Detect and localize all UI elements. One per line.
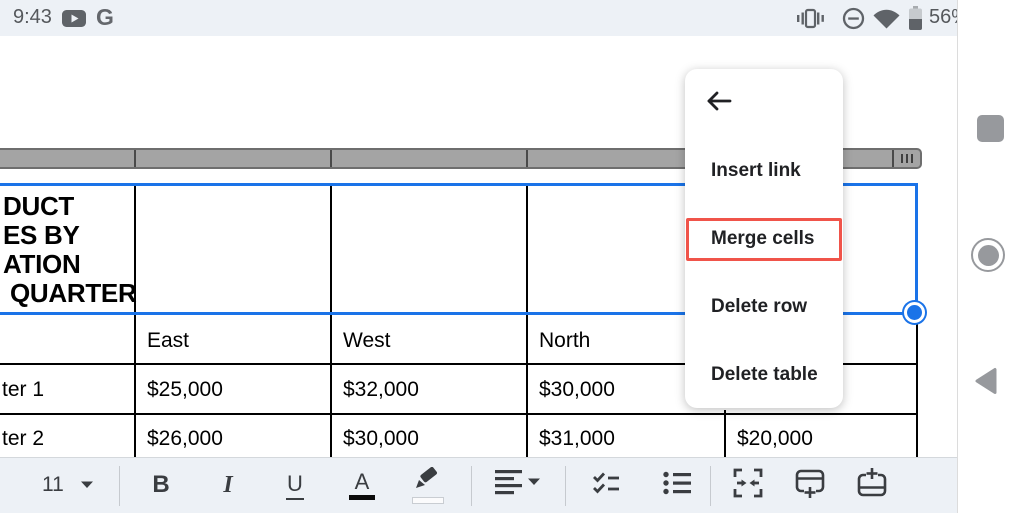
chevron-down-icon	[80, 476, 94, 494]
table-border	[330, 186, 332, 312]
table-border	[526, 186, 528, 312]
battery-icon	[908, 6, 923, 36]
table-cell[interactable]: East	[147, 329, 189, 353]
selection-drag-handle[interactable]	[904, 302, 925, 323]
title-line: QUARTER	[3, 279, 136, 308]
text-color-button[interactable]: A	[342, 463, 382, 507]
overview-button[interactable]	[977, 115, 1004, 142]
title-line: ES BY	[3, 221, 136, 250]
highlight-color-swatch	[412, 497, 444, 504]
status-bar: 9:43 G 56%	[0, 0, 957, 36]
table-border	[526, 315, 528, 457]
underline-icon: U	[286, 471, 304, 500]
bold-icon: B	[152, 471, 169, 499]
google-g-icon: G	[96, 4, 114, 31]
title-line: ATION	[3, 250, 136, 279]
home-button[interactable]	[971, 238, 1005, 272]
column-bar-divider	[892, 150, 894, 167]
table-cell[interactable]: $30,000	[539, 378, 615, 402]
clock: 9:43	[13, 6, 52, 29]
align-left-icon	[495, 470, 541, 500]
formatting-toolbar: 11 B I U A	[0, 457, 957, 513]
youtube-icon	[62, 10, 86, 32]
bold-button[interactable]: B	[141, 463, 181, 507]
table-cell[interactable]: $26,000	[147, 427, 223, 451]
table-cell[interactable]: $31,000	[539, 427, 615, 451]
text-color-swatch	[349, 495, 375, 500]
table-cell[interactable]: $30,000	[343, 427, 419, 451]
insert-column-icon	[856, 467, 888, 504]
toolbar-divider	[710, 466, 711, 506]
column-bar-divider	[134, 150, 136, 167]
table-cell[interactable]: North	[539, 329, 590, 353]
table-cell[interactable]: $32,000	[343, 378, 419, 402]
column-bar-divider	[526, 150, 528, 167]
checklist-icon	[592, 472, 620, 499]
menu-item-insert-link[interactable]: Insert link	[685, 151, 843, 191]
table-border	[916, 315, 918, 457]
font-size-value: 11	[42, 473, 64, 497]
toolbar-divider	[565, 466, 566, 506]
screen: 9:43 G 56%	[0, 0, 1024, 513]
align-button[interactable]	[492, 463, 544, 507]
table-title-cell[interactable]: DUCT ES BY ATION QUARTER	[3, 192, 136, 308]
do-not-disturb-icon	[842, 7, 865, 35]
bulleted-list-button[interactable]	[657, 463, 697, 507]
table-context-menu: Insert link Merge cells Delete row Delet…	[685, 69, 843, 408]
bulleted-list-icon	[663, 471, 691, 500]
table-cell[interactable]: ter 2	[2, 427, 44, 451]
table-cell[interactable]: $25,000	[147, 378, 223, 402]
table-border	[724, 410, 726, 457]
table-cell[interactable]: ter 1	[2, 378, 44, 402]
insert-row-button[interactable]	[790, 463, 830, 507]
insert-column-button[interactable]	[852, 463, 892, 507]
selection-border-right	[915, 183, 918, 315]
italic-button[interactable]: I	[208, 463, 248, 507]
insert-row-icon	[794, 467, 826, 504]
back-button[interactable]	[974, 367, 1002, 400]
toolbar-divider	[471, 466, 472, 506]
column-bar-divider	[330, 150, 332, 167]
text-color-icon: A	[355, 471, 370, 493]
back-arrow-icon[interactable]	[705, 89, 733, 118]
table-cell[interactable]: $20,000	[737, 427, 813, 451]
menu-item-delete-row[interactable]: Delete row	[685, 287, 843, 327]
wifi-icon	[872, 8, 901, 34]
highlighter-icon	[413, 467, 443, 496]
merge-cells-button[interactable]	[728, 463, 768, 507]
table-border	[330, 315, 332, 457]
table-border	[0, 413, 918, 415]
merge-cells-icon	[733, 468, 763, 503]
merge-cells-highlight-box	[686, 218, 842, 261]
home-icon	[978, 245, 999, 266]
table-cell[interactable]: West	[343, 329, 390, 353]
toolbar-divider	[119, 466, 120, 506]
italic-icon: I	[223, 472, 232, 499]
menu-item-delete-table[interactable]: Delete table	[685, 355, 843, 395]
vibrate-icon	[797, 8, 824, 34]
highlight-color-button[interactable]	[408, 463, 448, 507]
underline-button[interactable]: U	[275, 463, 315, 507]
table-border	[134, 315, 136, 457]
android-nav-bar	[957, 0, 1024, 513]
title-line: DUCT	[3, 192, 136, 221]
font-size-selector[interactable]: 11	[28, 463, 112, 507]
checklist-button[interactable]	[586, 463, 626, 507]
